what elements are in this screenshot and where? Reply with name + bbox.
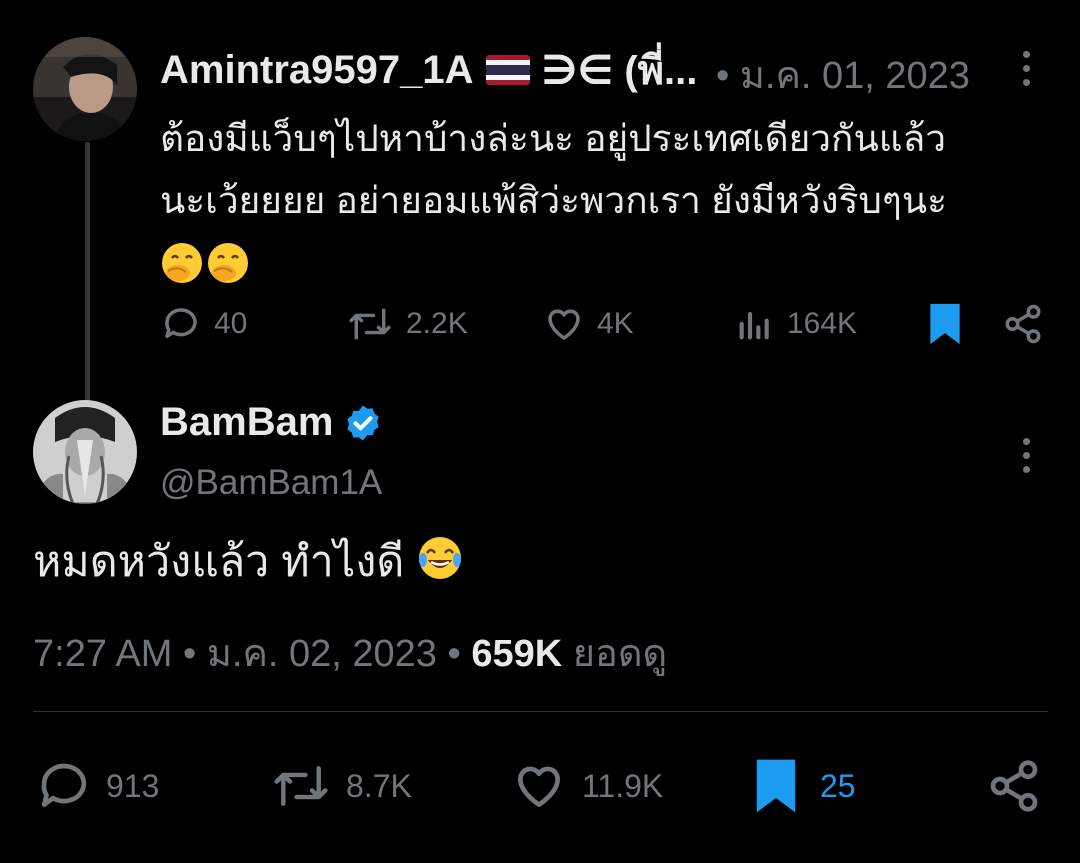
tweet-author-avatar[interactable]: [33, 400, 137, 504]
reply-views-action[interactable]: 164K: [735, 296, 857, 352]
tweet-like-action[interactable]: 11.9K: [510, 756, 663, 816]
reply-text-line: นะเว้ยยยย อย่ายอมแพ้สิว่ะพวกเรา ยังมีหวั…: [160, 180, 947, 221]
tweet-author-name-text: BamBam: [160, 400, 334, 444]
face-with-tears-of-joy-icon: [416, 534, 464, 582]
comment-icon: [41, 763, 87, 807]
face-with-hand-over-mouth-icon: [206, 241, 250, 285]
tweet-like-count: 11.9K: [582, 767, 664, 804]
reply-more-options-icon[interactable]: [1021, 51, 1031, 86]
tweet-bookmark-count: 25: [820, 767, 856, 804]
tweet-bookmark-action[interactable]: 25: [752, 756, 856, 816]
reply-author-avatar[interactable]: [33, 37, 137, 141]
tweet-author-name[interactable]: BamBam: [160, 400, 383, 445]
reply-emojis: [160, 232, 1040, 294]
bookmark-filled-icon: [756, 759, 796, 813]
tweet-text-content: หมดหวังแล้ว ทำไงดี: [33, 538, 405, 586]
face-with-hand-over-mouth-icon: [160, 241, 204, 285]
share-icon: [1005, 304, 1041, 344]
tweet-timestamp[interactable]: 7:27 AM • ม.ค. 02, 2023 •: [33, 633, 461, 675]
heart-icon: [517, 766, 561, 807]
reply-author-name[interactable]: Amintra9597_1A: [160, 48, 474, 93]
share-icon: [990, 760, 1038, 812]
tweet-text: หมดหวังแล้ว ทำไงดี: [33, 530, 464, 594]
repost-icon: [274, 766, 328, 806]
view-count: 164K: [787, 307, 858, 340]
tweet-reply-count: 913: [106, 767, 160, 804]
reply-text: ต้องมีแว็บๆไปหาบ้างล่ะนะ อยู่ประเทศเดียว…: [160, 108, 1040, 294]
tweet-share-action[interactable]: [986, 756, 1042, 816]
tweet-repost-count: 8.7K: [346, 767, 412, 804]
repost-icon: [349, 308, 391, 340]
reply-date[interactable]: • ม.ค. 01, 2023: [716, 44, 970, 105]
reply-repost-action[interactable]: 2.2K: [346, 296, 468, 352]
reply-like-action[interactable]: 4K: [543, 296, 634, 352]
reply-count: 40: [214, 307, 248, 340]
reply-author-name-suffix[interactable]: ∋∈ (พี่...: [542, 38, 698, 102]
tweet-repost-action[interactable]: 8.7K: [270, 756, 412, 816]
tweet-more-options-icon[interactable]: [1021, 438, 1031, 473]
like-count: 4K: [597, 307, 634, 340]
reply-header: Amintra9597_1A ∋∈ (พี่...: [160, 40, 697, 100]
reply-bookmark-action[interactable]: [926, 296, 964, 352]
tweet-view-label: ยอดดู: [572, 633, 668, 675]
comment-icon: [165, 308, 197, 338]
reply-text-line: ต้องมีแว็บๆไปหาบ้างล่ะนะ อยู่ประเทศเดียว…: [160, 118, 947, 159]
heart-icon: [548, 309, 580, 340]
divider: [33, 711, 1048, 712]
tweet-view-count: 659K: [471, 633, 563, 675]
bookmark-filled-icon: [930, 303, 960, 345]
tweet-reply-action[interactable]: 913: [36, 756, 159, 816]
tweet-author-handle[interactable]: @BamBam1A: [160, 463, 382, 503]
thread-connector-line: [85, 142, 90, 404]
repost-count: 2.2K: [406, 307, 468, 340]
tweet-meta: 7:27 AM • ม.ค. 02, 2023 • 659K ยอดดู: [33, 626, 667, 682]
thai-flag-icon: [485, 55, 530, 85]
reply-share-action[interactable]: [1002, 296, 1044, 352]
analytics-icon: [739, 311, 769, 340]
verified-badge-icon: [347, 405, 380, 440]
reply-reply-action[interactable]: 40: [160, 296, 247, 352]
